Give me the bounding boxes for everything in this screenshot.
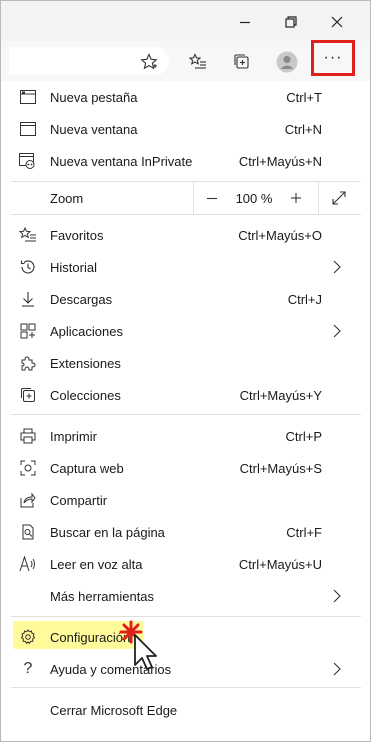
menu-item-shortcut: Ctrl+F: [286, 525, 322, 540]
extensions-puzzle-icon: [18, 353, 38, 373]
menu-item-new-inprivate[interactable]: Nueva ventana InPrivate Ctrl+Mayús+N: [1, 145, 370, 177]
close-icon[interactable]: [324, 11, 350, 33]
mouse-pointer-icon: [119, 620, 169, 676]
settings-and-more-button[interactable]: ···: [311, 40, 355, 76]
browser-window: ··· Nueva pestaña Ctrl+T Nueva ventana C…: [0, 0, 371, 742]
menu-item-label: Más herramientas: [50, 589, 155, 604]
share-icon: [18, 490, 38, 510]
zoom-label: Zoom: [50, 191, 84, 206]
menu-item-label: Imprimir: [50, 429, 97, 444]
menu-item-label: Buscar en la página: [50, 525, 165, 540]
menu-item-downloads[interactable]: Descargas Ctrl+J: [1, 283, 370, 315]
menu-item-help[interactable]: ? Ayuda y comentarios: [1, 653, 370, 685]
menu-item-label: Extensiones: [50, 356, 121, 371]
minimize-icon[interactable]: [232, 11, 258, 33]
read-aloud-icon: [18, 554, 38, 574]
zoom-divider: [193, 182, 194, 214]
menu-item-collections[interactable]: Colecciones Ctrl+Mayús+Y: [1, 379, 370, 411]
menu-item-more-tools[interactable]: Más herramientas: [1, 580, 370, 612]
menu-item-shortcut: Ctrl+P: [285, 429, 322, 444]
favorite-star-icon[interactable]: [136, 49, 162, 75]
menu-item-shortcut: Ctrl+Mayús+O: [238, 228, 322, 243]
menu-item-label: Historial: [50, 260, 97, 275]
menu-item-new-tab[interactable]: Nueva pestaña Ctrl+T: [1, 81, 370, 113]
download-icon: [18, 289, 38, 309]
menu-item-favorites[interactable]: Favoritos Ctrl+Mayús+O: [1, 219, 370, 251]
menu-divider: [11, 687, 361, 688]
inprivate-window-icon: [18, 151, 38, 171]
menu-item-history[interactable]: Historial: [1, 251, 370, 283]
apps-icon: [18, 321, 38, 341]
favorites-icon: [18, 225, 38, 245]
menu-item-label: Compartir: [50, 493, 108, 508]
more-options-icon: ···: [323, 49, 343, 66]
zoom-in-button[interactable]: [283, 182, 309, 214]
menu-item-shortcut: Ctrl+Mayús+N: [238, 154, 322, 169]
menu-item-print[interactable]: Imprimir Ctrl+P: [1, 420, 370, 452]
title-bar: [1, 1, 370, 41]
menu-divider: [11, 616, 361, 617]
zoom-out-button[interactable]: [199, 182, 225, 214]
favorites-list-icon[interactable]: [185, 49, 211, 75]
menu-item-settings[interactable]: Configuración: [1, 621, 370, 653]
menu-item-extensions[interactable]: Extensiones: [1, 347, 370, 379]
chevron-right-icon: [332, 662, 344, 676]
zoom-divider: [318, 182, 319, 214]
menu-item-find[interactable]: Buscar en la página Ctrl+F: [1, 516, 370, 548]
menu-item-label: Aplicaciones: [50, 324, 123, 339]
web-capture-icon: [18, 458, 38, 478]
help-question-icon: ?: [23, 660, 33, 677]
menu-item-shortcut: Ctrl+N: [284, 122, 322, 137]
menu-item-zoom: Zoom 100 %: [1, 182, 370, 214]
chevron-right-icon: [332, 589, 344, 603]
menu-item-label: Favoritos: [50, 228, 104, 243]
gear-icon: [18, 627, 38, 647]
profile-avatar-icon[interactable]: [274, 49, 300, 75]
chevron-right-icon: [332, 324, 344, 338]
menu-item-apps[interactable]: Aplicaciones: [1, 315, 370, 347]
menu-item-shortcut: Ctrl+T: [286, 90, 322, 105]
chevron-right-icon: [332, 260, 344, 274]
find-in-page-icon: [18, 522, 38, 542]
menu-item-label: Nueva ventana: [50, 122, 138, 137]
menu-item-label: Leer en voz alta: [50, 557, 143, 572]
restore-icon[interactable]: [278, 11, 304, 33]
menu-item-label: Descargas: [50, 292, 113, 307]
collections-icon[interactable]: [229, 49, 255, 75]
history-icon: [18, 257, 38, 277]
menu-item-label: Colecciones: [50, 388, 121, 403]
new-tab-icon: [18, 87, 38, 107]
menu-item-shortcut: Ctrl+J: [287, 292, 322, 307]
new-window-icon: [18, 119, 38, 139]
menu-item-label: Cerrar Microsoft Edge: [50, 703, 178, 718]
menu-item-share[interactable]: Compartir: [1, 484, 370, 516]
menu-item-shortcut: Ctrl+Mayús+U: [238, 557, 322, 572]
menu-item-new-window[interactable]: Nueva ventana Ctrl+N: [1, 113, 370, 145]
zoom-level: 100 %: [235, 190, 273, 206]
menu-item-label: Nueva pestaña: [50, 90, 138, 105]
menu-item-label: Nueva ventana InPrivate: [50, 154, 193, 169]
print-icon: [18, 426, 38, 446]
menu-item-read-aloud[interactable]: Leer en voz alta Ctrl+Mayús+U: [1, 548, 370, 580]
menu-divider: [11, 414, 361, 415]
fullscreen-icon[interactable]: [327, 182, 351, 214]
menu-item-label: Captura web: [50, 461, 124, 476]
menu-item-shortcut: Ctrl+Mayús+S: [239, 461, 322, 476]
menu-divider: [11, 214, 361, 215]
menu-item-shortcut: Ctrl+Mayús+Y: [239, 388, 322, 403]
menu-item-web-capture[interactable]: Captura web Ctrl+Mayús+S: [1, 452, 370, 484]
collections-icon: [18, 385, 38, 405]
menu-item-close-edge[interactable]: Cerrar Microsoft Edge: [1, 694, 370, 726]
